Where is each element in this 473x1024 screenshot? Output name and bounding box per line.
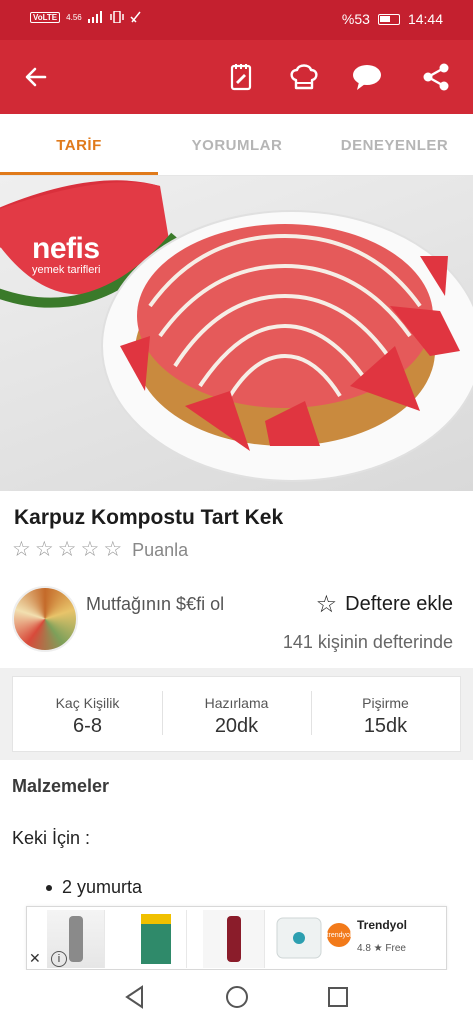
ad-image[interactable] xyxy=(275,910,325,968)
share-icon[interactable] xyxy=(418,59,454,95)
prep-value: 20dk xyxy=(214,715,259,737)
nav-recents-icon[interactable] xyxy=(325,984,351,1010)
vibrate-icon xyxy=(109,11,124,23)
servings-label: Kaç Kişilik xyxy=(55,695,120,711)
cook-value: 15dk xyxy=(363,715,408,737)
ad-image[interactable] xyxy=(125,910,187,968)
ad-brand[interactable]: Trendyol xyxy=(357,918,407,932)
status-left: VoLTE 4.56 xyxy=(30,11,142,23)
info-section: Kaç Kişilik 6-8 Hazırlama 20dk Pişirme 1… xyxy=(0,668,473,760)
bullet xyxy=(46,884,52,891)
tab-bar: TARİF YORUMLAR DENEYENLER xyxy=(0,114,473,176)
tab-comments[interactable]: YORUMLAR xyxy=(158,114,316,176)
rate-label[interactable]: Puanla xyxy=(132,540,188,561)
tab-recipe[interactable]: TARİF xyxy=(0,114,158,176)
cook-label: Pişirme xyxy=(362,695,409,711)
servings: Kaç Kişilik 6-8 xyxy=(13,677,162,751)
ad-scale xyxy=(276,917,322,959)
ad-image[interactable] xyxy=(203,910,265,968)
back-arrow-icon[interactable] xyxy=(18,59,54,95)
notebook-count: 141 kişinin defterinde xyxy=(282,632,453,652)
star-icon[interactable]: ☆ xyxy=(35,538,54,562)
cake-illustration xyxy=(0,180,473,482)
ad-dress-red xyxy=(227,916,241,962)
author-name[interactable]: Mutfağının $€fi ol xyxy=(86,592,251,616)
star-icon[interactable]: ☆ xyxy=(58,538,77,562)
ad-product-box xyxy=(141,914,171,964)
ad-banner[interactable]: trendyol Trendyol 4.8 ★ Free ✕ i xyxy=(26,906,447,970)
notebook-icon[interactable] xyxy=(223,59,259,95)
status-bar: VoLTE 4.56 %53 14:44 xyxy=(0,0,473,40)
battery-percent: %53 xyxy=(341,11,370,27)
app-bar xyxy=(0,40,473,114)
recipe-image[interactable]: nefis yemek tarifleri xyxy=(0,176,473,491)
tab-indicator xyxy=(0,172,158,175)
tab-tried[interactable]: DENEYENLER xyxy=(316,114,473,176)
signal-icon xyxy=(87,11,102,23)
battery-icon xyxy=(377,13,400,25)
star-icon[interactable]: ☆ xyxy=(12,538,31,562)
info-icon[interactable]: i xyxy=(51,951,67,967)
logo-main: nefis xyxy=(32,232,100,265)
author-row: Mutfağının $€fi ol ☆ Deftere ekle 141 ki… xyxy=(0,580,473,666)
add-to-notebook-button[interactable]: ☆ Deftere ekle xyxy=(316,590,453,619)
ingredient-text: 2 yumurta xyxy=(62,877,143,897)
add-notebook-label: Deftere ekle xyxy=(345,593,453,615)
system-nav-bar xyxy=(0,970,473,1024)
brand-logo: nefis yemek tarifleri xyxy=(32,232,100,276)
cook-time: Pişirme 15dk xyxy=(311,677,460,751)
status-right: %53 14:44 xyxy=(342,11,443,27)
recipe-title: Karpuz Kompostu Tart Kek xyxy=(14,506,284,529)
info-card: Kaç Kişilik 6-8 Hazırlama 20dk Pişirme 1… xyxy=(12,676,461,752)
star-icon[interactable]: ☆ xyxy=(80,538,99,562)
list-item: 2 yumurta xyxy=(46,877,142,898)
logo-sub: yemek tarifleri xyxy=(32,264,101,276)
prep-label: Hazırlama xyxy=(204,695,269,711)
comment-icon[interactable] xyxy=(349,59,385,95)
chef-hat-icon[interactable] xyxy=(286,59,322,95)
nav-back-icon[interactable] xyxy=(122,984,148,1010)
rating-row: ☆ ☆ ☆ ☆ ☆ Puanla xyxy=(12,538,188,562)
prep-time: Hazırlama 20dk xyxy=(162,677,311,751)
ingredients-section: Keki İçin : xyxy=(12,828,91,848)
close-icon[interactable]: ✕ xyxy=(29,950,41,967)
ad-rating: 4.8 ★ Free xyxy=(357,943,406,954)
star-outline-icon: ☆ xyxy=(315,591,338,618)
clock: 14:44 xyxy=(407,11,443,27)
network-label: VoLTE xyxy=(30,11,61,23)
clean-icon xyxy=(130,11,141,23)
speed-label: 4.56 xyxy=(66,12,82,22)
servings-value: 6-8 xyxy=(73,715,102,737)
nav-home-icon[interactable] xyxy=(224,984,250,1010)
ingredients-title: Malzemeler xyxy=(12,776,110,796)
avatar[interactable] xyxy=(12,586,78,652)
trendyol-logo: trendyol xyxy=(327,923,351,947)
star-icon[interactable]: ☆ xyxy=(103,538,122,562)
